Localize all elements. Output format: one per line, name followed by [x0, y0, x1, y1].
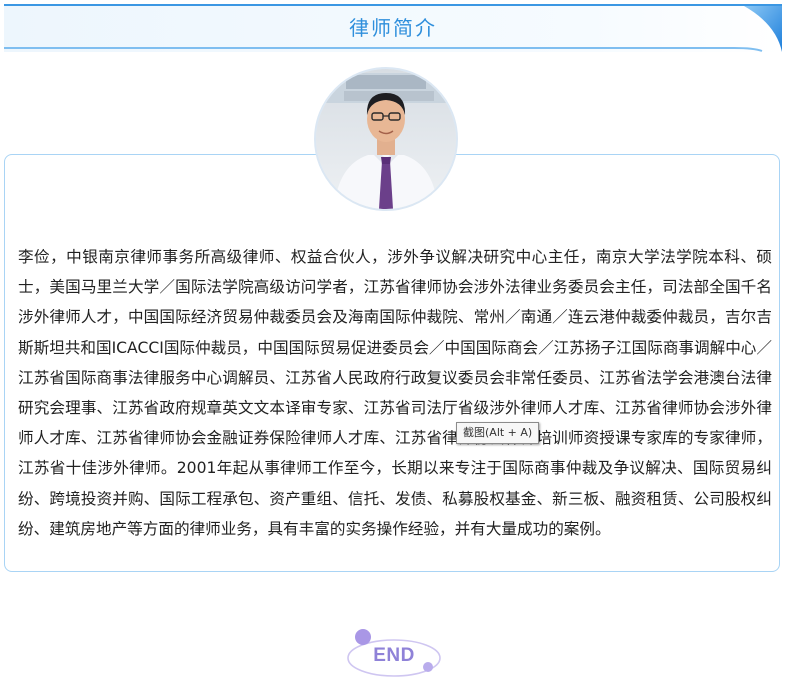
end-badge: END [346, 628, 442, 678]
page-title: 律师简介 [349, 16, 437, 40]
section-header: 律师简介 [4, 4, 782, 52]
lawyer-portrait-image [316, 69, 456, 209]
end-label: END [373, 645, 415, 666]
screenshot-tooltip: 截图(Alt + A) [456, 422, 540, 444]
avatar [314, 67, 458, 211]
page: 律师简介 李俭，中银南京律师事务所高级律师、权益合伙人，涉外争议解决研究中心主任… [0, 0, 786, 681]
lawyer-bio-text: 李俭，中银南京律师事务所高级律师、权益合伙人，涉外争议解决研究中心主任，南京大学… [18, 248, 772, 538]
